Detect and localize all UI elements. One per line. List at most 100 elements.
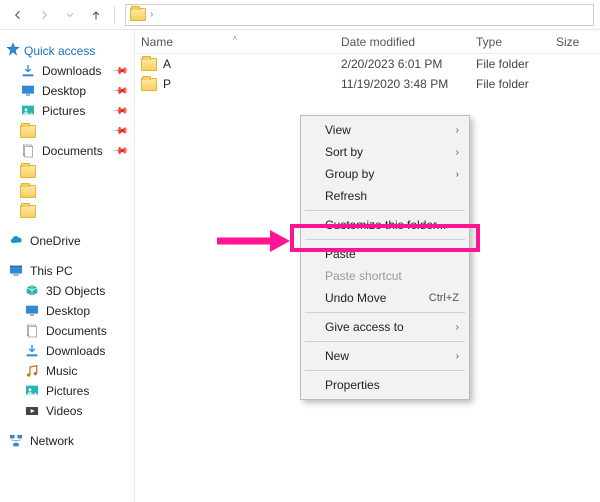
- column-name[interactable]: Name ˄: [135, 35, 335, 49]
- ctx-new[interactable]: New ›: [303, 345, 467, 367]
- annotation-arrow-icon: [215, 228, 290, 257]
- sort-indicator-icon: ˄: [233, 34, 238, 43]
- chevron-right-icon: ›: [456, 169, 459, 180]
- ctx-view[interactable]: View ›: [303, 119, 467, 141]
- context-menu: View › Sort by › Group by › Refresh Cust…: [300, 115, 470, 400]
- sidebar-pc-item[interactable]: Downloads: [4, 341, 130, 361]
- sidebar-quick-item[interactable]: Desktop 📌: [4, 81, 130, 101]
- column-type[interactable]: Type: [470, 35, 550, 49]
- file-row[interactable]: A 2/20/2023 6:01 PMFile folder: [135, 54, 600, 74]
- sidebar-item-label: OneDrive: [30, 234, 81, 248]
- sidebar-pc-item[interactable]: Desktop: [4, 301, 130, 321]
- ctx-customize[interactable]: Customize this folder...: [303, 214, 467, 236]
- folder-icon: [20, 183, 36, 199]
- desktop-icon: [24, 303, 40, 319]
- navigation-sidebar: Quick access Downloads📌Desktop📌Pictures📌…: [0, 30, 135, 502]
- sidebar-quick-item[interactable]: Downloads 📌: [4, 61, 130, 81]
- sidebar-pc-item[interactable]: Pictures: [4, 381, 130, 401]
- sidebar-item-label: Desktop: [46, 304, 90, 318]
- sidebar-item-label: Pictures: [46, 384, 89, 398]
- menu-separator: [305, 341, 465, 342]
- sidebar-this-pc[interactable]: This PC: [4, 261, 130, 281]
- column-date[interactable]: Date modified: [335, 35, 470, 49]
- toolbar-separator: [114, 6, 115, 24]
- desktop-icon: [20, 83, 36, 99]
- sidebar-onedrive[interactable]: OneDrive: [4, 231, 130, 251]
- pictures-icon: [24, 383, 40, 399]
- menu-separator: [305, 239, 465, 240]
- sidebar-quick-item[interactable]: Documents 📌: [4, 141, 130, 161]
- sidebar-item-label: Desktop: [42, 84, 86, 98]
- ctx-give-access[interactable]: Give access to ›: [303, 316, 467, 338]
- 3d-icon: [24, 283, 40, 299]
- menu-separator: [305, 370, 465, 371]
- file-type: File folder: [470, 57, 550, 71]
- chevron-right-icon: ›: [456, 351, 459, 362]
- sidebar-quick-item[interactable]: [4, 201, 130, 221]
- menu-separator: [305, 312, 465, 313]
- column-size[interactable]: Size: [550, 35, 600, 49]
- pin-icon: 📌: [111, 123, 128, 140]
- this-pc-icon: [8, 263, 24, 279]
- pin-icon: 📌: [111, 143, 128, 160]
- sidebar-item-label: 3D Objects: [46, 284, 105, 298]
- sidebar-item-label: Music: [46, 364, 77, 378]
- onedrive-icon: [8, 233, 24, 249]
- ctx-sort-by[interactable]: Sort by ›: [303, 141, 467, 163]
- file-name: P: [163, 77, 171, 91]
- chevron-right-icon: ›: [456, 322, 459, 333]
- sidebar-quick-item[interactable]: Pictures📌: [4, 101, 130, 121]
- pin-icon: 📌: [111, 63, 128, 80]
- ctx-undo-move[interactable]: Undo Move Ctrl+Z: [303, 287, 467, 309]
- ctx-refresh[interactable]: Refresh: [303, 185, 467, 207]
- chevron-right-icon: ›: [456, 147, 459, 158]
- sidebar-item-label: Documents: [46, 324, 107, 338]
- pin-icon: 📌: [111, 83, 128, 100]
- file-date: 11/19/2020 3:48 PM: [335, 77, 470, 91]
- sidebar-network[interactable]: Network: [4, 431, 130, 451]
- videos-icon: [24, 403, 40, 419]
- sidebar-pc-item[interactable]: Videos: [4, 401, 130, 421]
- menu-separator: [305, 210, 465, 211]
- file-date: 2/20/2023 6:01 PM: [335, 57, 470, 71]
- sidebar-pc-item[interactable]: 3D Objects: [4, 281, 130, 301]
- file-row[interactable]: P11/19/2020 3:48 PMFile folder: [135, 74, 600, 94]
- shortcut-text: Ctrl+Z: [429, 292, 459, 304]
- download-icon: [20, 63, 36, 79]
- column-headers: Name ˄ Date modified Type Size: [135, 30, 600, 54]
- quick-access-header[interactable]: Quick access: [4, 40, 130, 61]
- sidebar-item-label: Downloads: [42, 64, 101, 78]
- sidebar-item-label: Videos: [46, 404, 82, 418]
- folder-icon: [20, 123, 36, 139]
- ctx-paste[interactable]: Paste: [303, 243, 467, 265]
- folder-icon: [130, 7, 146, 23]
- documents-icon: [24, 323, 40, 339]
- forward-button[interactable]: [32, 3, 56, 27]
- quick-access-label: Quick access: [24, 44, 95, 58]
- chevron-right-icon: ›: [150, 9, 153, 20]
- download-icon: [24, 343, 40, 359]
- sidebar-item-label: Pictures: [42, 104, 85, 118]
- file-name: A: [163, 57, 171, 71]
- folder-icon: [20, 163, 36, 179]
- ctx-properties[interactable]: Properties: [303, 374, 467, 396]
- sidebar-item-label: Documents: [42, 144, 103, 158]
- recent-dropdown[interactable]: [58, 3, 82, 27]
- sidebar-pc-item[interactable]: Documents: [4, 321, 130, 341]
- address-bar[interactable]: ›: [125, 4, 594, 26]
- folder-icon: [141, 56, 157, 72]
- back-button[interactable]: [6, 3, 30, 27]
- ctx-group-by[interactable]: Group by ›: [303, 163, 467, 185]
- ctx-paste-shortcut[interactable]: Paste shortcut: [303, 265, 467, 287]
- sidebar-quick-item[interactable]: [4, 161, 130, 181]
- folder-icon: [141, 76, 157, 92]
- folder-icon: [20, 203, 36, 219]
- sidebar-quick-item[interactable]: 📌: [4, 121, 130, 141]
- sidebar-quick-item[interactable]: [4, 181, 130, 201]
- sidebar-item-label: Network: [30, 434, 74, 448]
- sidebar-pc-item[interactable]: Music: [4, 361, 130, 381]
- chevron-right-icon: ›: [456, 125, 459, 136]
- sidebar-item-label: This PC: [30, 264, 73, 278]
- music-icon: [24, 363, 40, 379]
- up-button[interactable]: [84, 3, 108, 27]
